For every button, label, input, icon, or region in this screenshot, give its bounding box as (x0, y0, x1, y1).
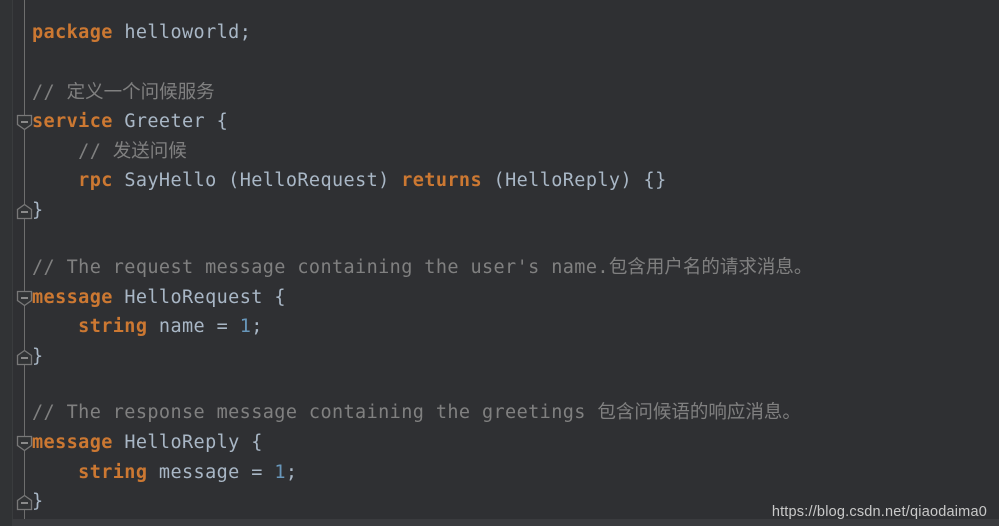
code-line[interactable]: // 定义一个问候服务 (0, 78, 215, 108)
code-token: string (78, 316, 148, 337)
code-token: message (32, 287, 113, 308)
code-token: name = (147, 316, 240, 337)
code-token: { (262, 287, 286, 308)
code-line[interactable]: message HelloRequest { (0, 283, 286, 313)
code-content[interactable]: package helloworld;// 定义一个问候服务 service Gr… (0, 0, 999, 526)
fold-collapse-icon[interactable] (16, 290, 33, 307)
code-line[interactable]: string message = 1; (0, 458, 297, 488)
code-token: ; (285, 462, 298, 483)
code-line-text: // The request message containing the us… (0, 253, 812, 283)
fold-collapse-icon[interactable] (16, 435, 33, 452)
code-token: } (32, 200, 44, 221)
code-line[interactable]: package helloworld; (0, 18, 251, 48)
code-token: 1 (274, 462, 286, 483)
code-token: string (78, 462, 148, 483)
fold-expand-end-icon[interactable] (16, 494, 33, 511)
code-token: HelloRequest (124, 287, 263, 308)
code-line[interactable] (0, 48, 32, 78)
code-line-text: service Greeter { (0, 107, 228, 137)
code-token: 定义一个问候服务 (66, 82, 215, 103)
code-editor[interactable]: package helloworld;// 定义一个问候服务 service Gr… (0, 0, 999, 526)
code-token: // The request message containing the us… (32, 257, 609, 278)
code-token: helloworld; (124, 22, 252, 43)
code-token: package (32, 22, 113, 43)
code-line[interactable]: service Greeter { (0, 107, 228, 137)
code-token: Greeter (124, 111, 206, 132)
code-token: message = (147, 462, 275, 483)
code-token: // (32, 82, 67, 103)
code-token: } (32, 491, 44, 512)
code-line[interactable] (0, 371, 32, 401)
fold-expand-end-icon[interactable] (16, 203, 33, 220)
code-line-text: rpc SayHello (HelloRequest) returns (Hel… (0, 166, 667, 196)
code-token: { (205, 111, 229, 132)
code-line[interactable] (0, 226, 32, 256)
code-token: } (32, 346, 44, 367)
code-line-text: // The response message containing the g… (0, 398, 801, 428)
code-line-text: message HelloReply { (0, 428, 263, 458)
code-token: ; (251, 316, 263, 337)
code-line-text: // 发送问候 (0, 137, 187, 167)
code-token: // The response message containing the g… (32, 402, 598, 423)
code-line[interactable]: // The response message containing the g… (0, 398, 801, 428)
code-line-text: package helloworld; (0, 18, 251, 48)
code-line[interactable]: // The request message containing the us… (0, 253, 812, 283)
code-token: HelloReply (124, 432, 240, 453)
code-token: (HelloReply) {} (482, 170, 667, 191)
code-token: { (239, 432, 263, 453)
code-line[interactable]: // 发送问候 (0, 137, 187, 167)
code-token: message (32, 432, 113, 453)
fold-expand-end-icon[interactable] (16, 349, 33, 366)
code-token: 包含用户名的请求消息。 (608, 257, 813, 278)
code-token: returns (401, 170, 482, 191)
code-token: // (32, 141, 113, 162)
code-token: 包含问候语的响应消息。 (597, 402, 801, 423)
code-line-text: // 定义一个问候服务 (0, 78, 215, 108)
watermark-url: https://blog.csdn.net/qiaodaima0 (771, 504, 987, 520)
code-token: 发送问候 (112, 141, 187, 162)
code-line[interactable]: rpc SayHello (HelloRequest) returns (Hel… (0, 166, 667, 196)
code-token: service (32, 111, 113, 132)
code-token: 1 (239, 316, 252, 337)
code-line-text: string message = 1; (0, 458, 297, 488)
code-token: rpc (78, 170, 113, 191)
fold-collapse-icon[interactable] (16, 114, 33, 131)
code-token: SayHello (HelloRequest) (112, 170, 402, 191)
code-line-text: string name = 1; (0, 312, 263, 342)
code-line[interactable]: message HelloReply { (0, 428, 263, 458)
code-line[interactable]: string name = 1; (0, 312, 263, 342)
editor-bottom-edge (13, 519, 999, 526)
code-line-text: message HelloRequest { (0, 283, 286, 313)
